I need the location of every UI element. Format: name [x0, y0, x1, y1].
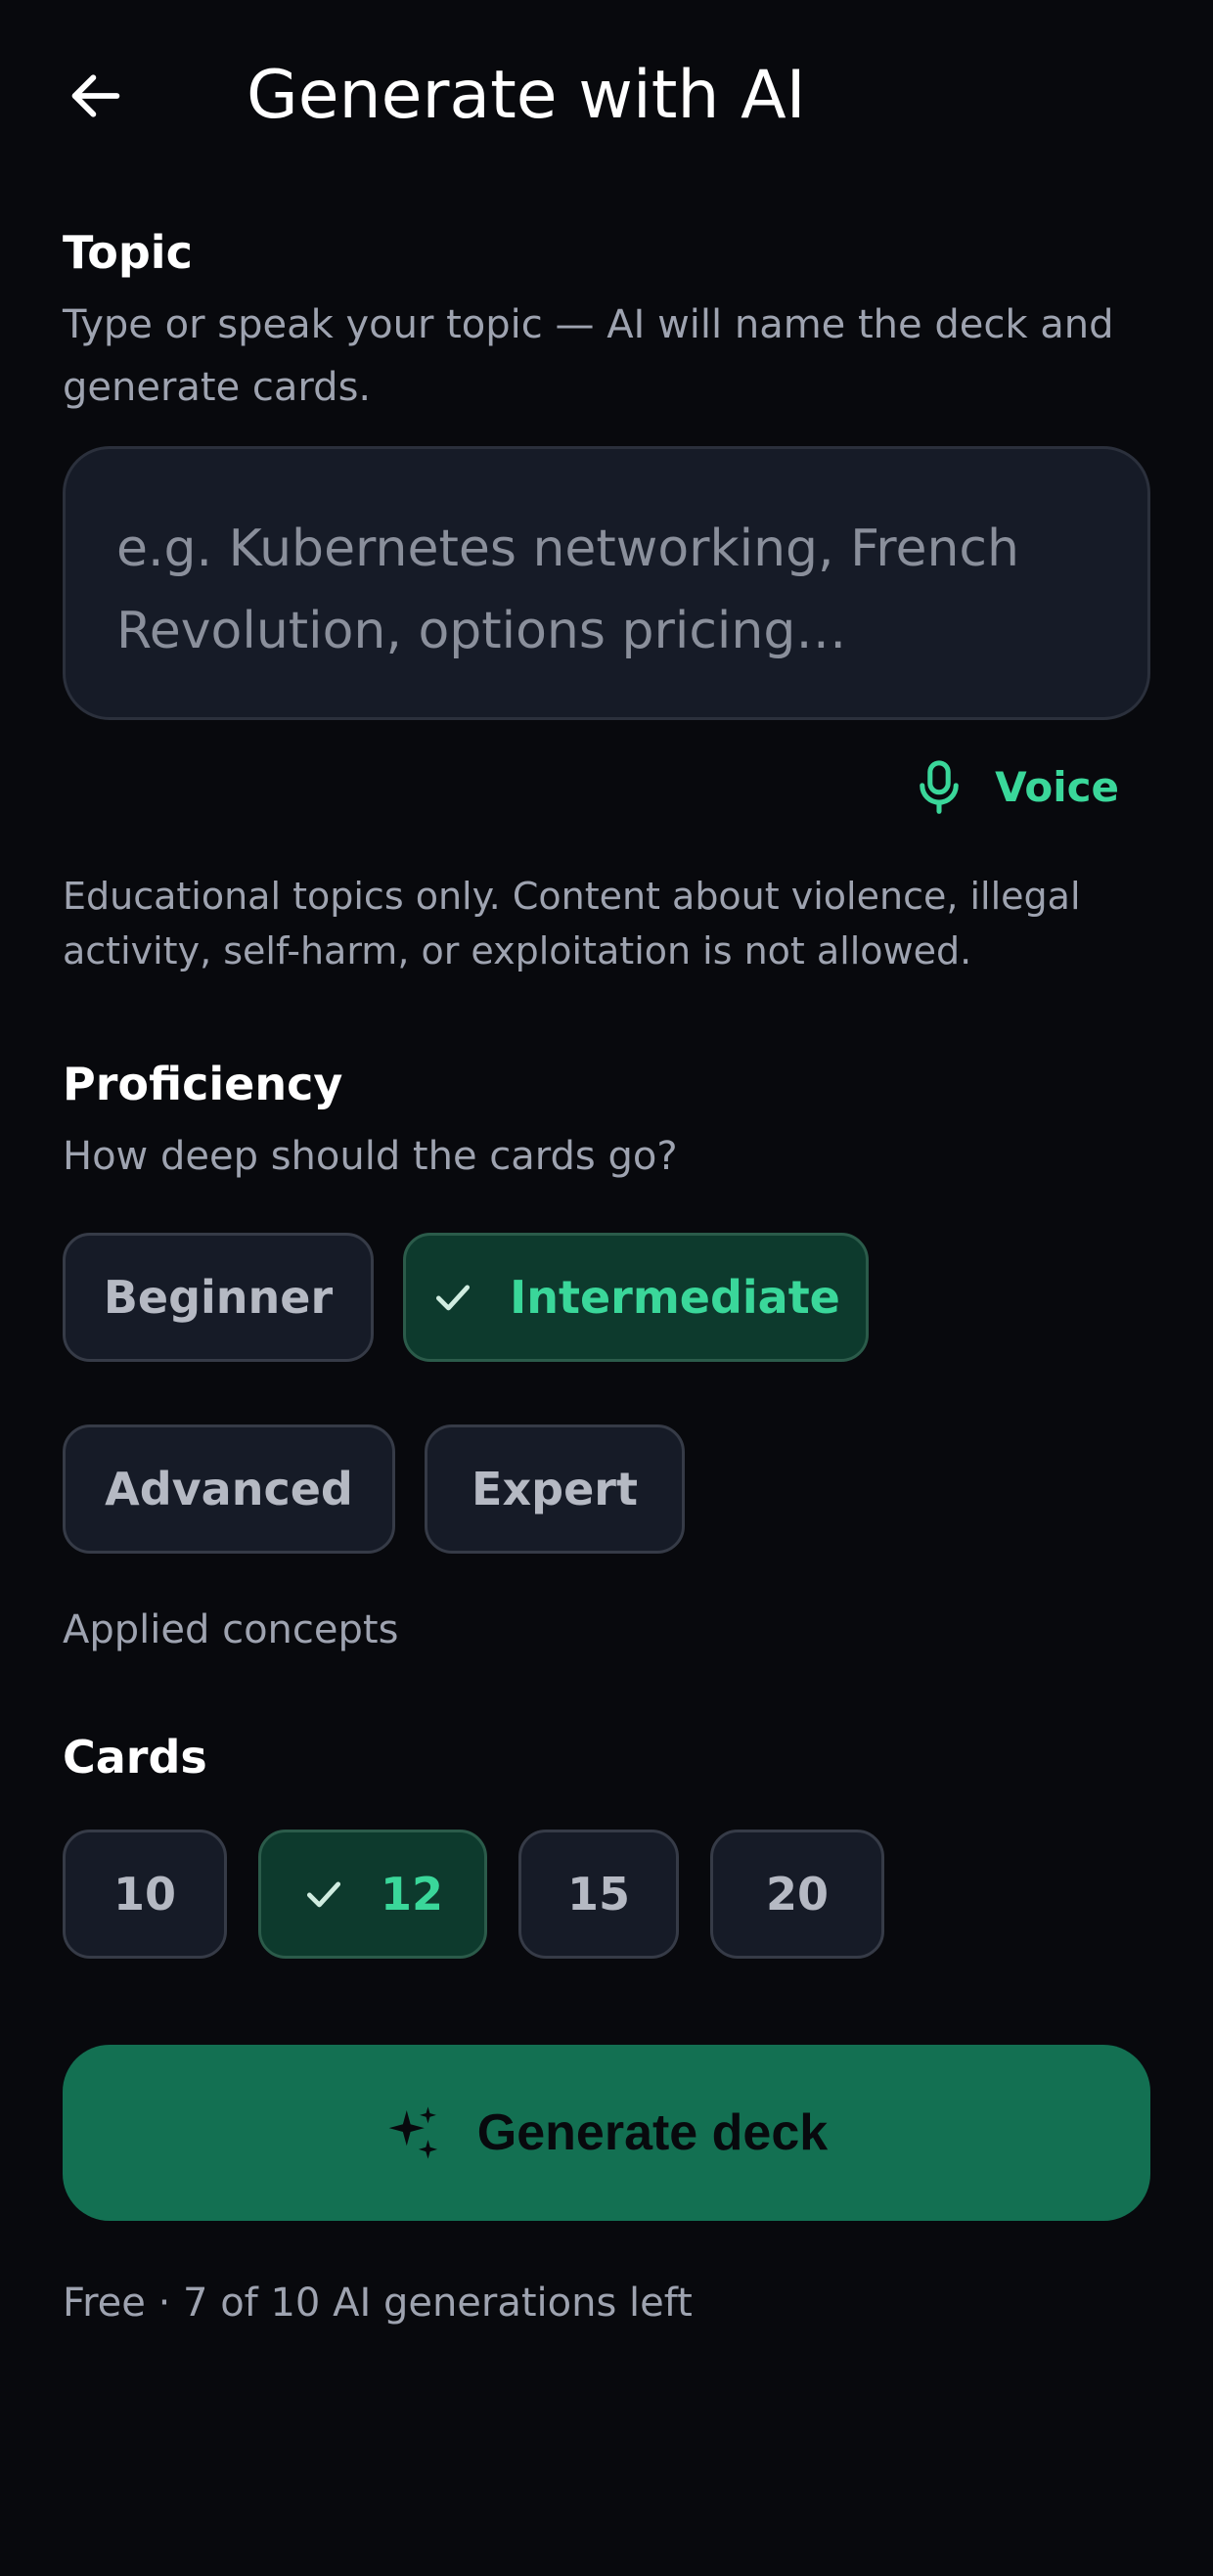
cards-chip-15[interactable]: 15: [518, 1830, 679, 1959]
chip-label: 12: [380, 1868, 443, 1921]
proficiency-chip-expert[interactable]: Expert: [425, 1424, 685, 1554]
voice-button[interactable]: Voice: [917, 747, 1119, 826]
content-policy-note: Educational topics only. Content about v…: [63, 875, 1081, 972]
proficiency-chip-advanced[interactable]: Advanced: [63, 1424, 395, 1554]
cards-chip-12[interactable]: 12: [258, 1830, 487, 1959]
topic-title: Topic: [63, 226, 193, 279]
cards-count-row: 10 12 15 20: [63, 1830, 1150, 1959]
chip-label: 10: [112, 1868, 176, 1921]
proficiency-row-1: Beginner Intermediate: [63, 1233, 1150, 1362]
cards-chip-20[interactable]: 20: [710, 1830, 884, 1959]
proficiency-description: How deep should the cards go?: [63, 1134, 678, 1179]
chip-label: 20: [765, 1868, 829, 1921]
chip-label: Intermediate: [510, 1271, 840, 1324]
app-header: Generate with AI: [0, 0, 1213, 196]
page-title: Generate with AI: [247, 57, 806, 134]
topic-description: Type or speak your topic — AI will name …: [63, 302, 1114, 410]
cards-title: Cards: [63, 1731, 207, 1784]
chip-label: 15: [566, 1868, 630, 1921]
proficiency-chip-beginner[interactable]: Beginner: [63, 1233, 374, 1362]
proficiency-chip-intermediate[interactable]: Intermediate: [403, 1233, 869, 1362]
generate-deck-label: Generate deck: [476, 2104, 829, 2161]
voice-row: Voice: [63, 747, 1150, 826]
generate-deck-button[interactable]: Generate deck: [63, 2045, 1150, 2221]
proficiency-row-2: Advanced Expert: [63, 1424, 1150, 1554]
back-button[interactable]: [47, 47, 145, 145]
proficiency-section: Proficiency How deep should the cards go…: [63, 1055, 1150, 1657]
check-icon: [306, 1881, 341, 1908]
chip-label: Beginner: [103, 1271, 334, 1324]
chip-label: Advanced: [105, 1463, 353, 1515]
generate-form: Topic Type or speak your topic — AI will…: [63, 223, 1150, 2330]
arrow-left-icon: [71, 74, 120, 117]
proficiency-title: Proficiency: [63, 1058, 343, 1110]
microphone-icon: [920, 760, 959, 814]
check-icon: [436, 1285, 471, 1311]
topic-section: Topic Type or speak your topic — AI will…: [63, 223, 1150, 978]
proficiency-selected-description: Applied concepts: [63, 1607, 399, 1652]
voice-label: Voice: [995, 762, 1119, 811]
cards-section: Cards 10 12 15 20: [63, 1728, 1150, 1959]
cards-chip-10[interactable]: 10: [63, 1830, 227, 1959]
topic-input[interactable]: [63, 446, 1150, 720]
chip-label: Expert: [472, 1463, 638, 1515]
sparkles-icon: [388, 2106, 437, 2159]
generation-quota: Free · 7 of 10 AI generations left: [63, 2281, 693, 2326]
